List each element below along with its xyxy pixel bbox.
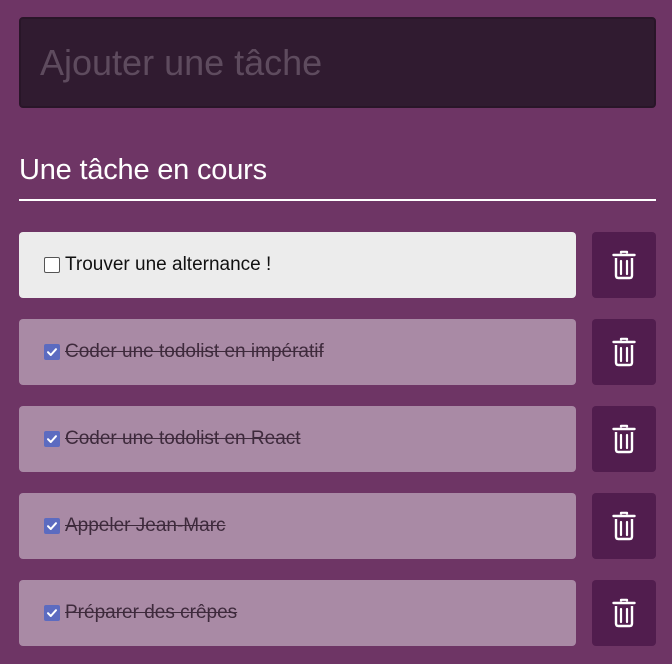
section-title: Une tâche en cours (19, 154, 267, 186)
trash-icon (612, 337, 636, 367)
delete-task-button[interactable] (592, 493, 656, 559)
delete-task-button[interactable] (592, 406, 656, 472)
task-checkbox[interactable] (44, 605, 60, 621)
task-card[interactable]: Coder une todolist en impératif (19, 319, 576, 385)
task-label: Coder une todolist en impératif (65, 341, 324, 362)
task-label: Appeler Jean-Marc (65, 515, 226, 536)
delete-task-button[interactable] (592, 580, 656, 646)
task-item: Préparer des crêpes (19, 580, 656, 646)
task-item: Trouver une alternance ! (19, 232, 656, 298)
task-card[interactable]: Trouver une alternance ! (19, 232, 576, 298)
task-item: Coder une todolist en impératif (19, 319, 656, 385)
task-item: Coder une todolist en React (19, 406, 656, 472)
delete-task-button[interactable] (592, 319, 656, 385)
task-card[interactable]: Coder une todolist en React (19, 406, 576, 472)
todo-app: Une tâche en cours Trouver une alternanc… (0, 0, 672, 664)
task-checkbox[interactable] (44, 344, 60, 360)
task-checkbox[interactable] (44, 431, 60, 447)
trash-icon (612, 250, 636, 280)
task-checkbox[interactable] (44, 518, 60, 534)
trash-icon (612, 424, 636, 454)
task-card[interactable]: Appeler Jean-Marc (19, 493, 576, 559)
task-card[interactable]: Préparer des crêpes (19, 580, 576, 646)
task-item: Appeler Jean-Marc (19, 493, 656, 559)
check-icon (47, 609, 57, 617)
task-label: Préparer des crêpes (65, 602, 238, 623)
task-label: Coder une todolist en React (65, 428, 301, 449)
add-task-input[interactable] (19, 17, 656, 108)
check-icon (47, 435, 57, 443)
check-icon (47, 348, 57, 356)
trash-icon (612, 598, 636, 628)
check-icon (47, 522, 57, 530)
task-list: Trouver une alternance ! Coder une todol… (19, 232, 656, 664)
section-divider (19, 199, 656, 201)
delete-task-button[interactable] (592, 232, 656, 298)
trash-icon (612, 511, 636, 541)
task-checkbox[interactable] (44, 257, 60, 273)
task-label: Trouver une alternance ! (65, 254, 272, 275)
